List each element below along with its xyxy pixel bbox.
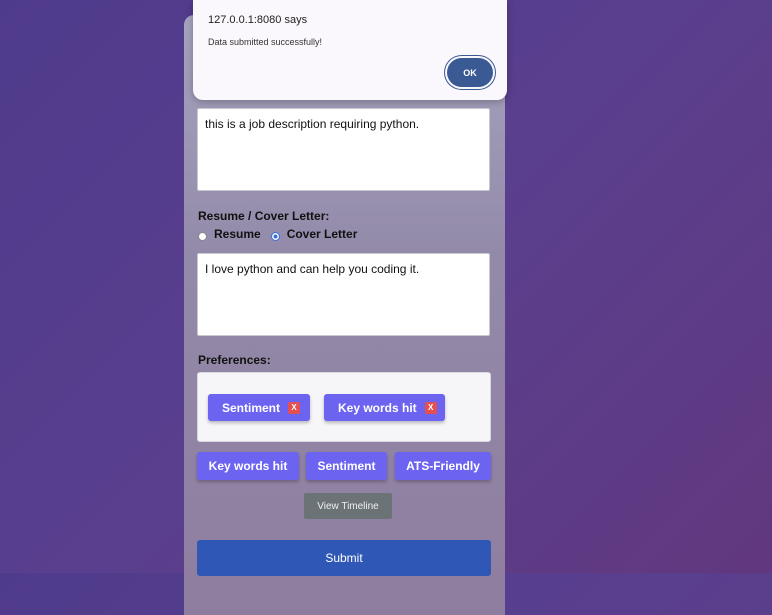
job-description-textarea[interactable]: this is a job description requiring pyth…	[197, 108, 490, 191]
ok-button[interactable]: OK	[447, 58, 493, 87]
remove-chip-button[interactable]: X	[288, 401, 301, 414]
chip-label: Sentiment	[222, 400, 281, 415]
resume-radio[interactable]	[198, 231, 207, 241]
selected-preference-chip: Sentiment X	[208, 394, 310, 421]
document-type-radio-group: Resume Cover Letter	[198, 227, 367, 241]
resume-cover-letter-label: Resume / Cover Letter:	[198, 209, 330, 223]
preference-option-sentiment-button[interactable]: Sentiment	[306, 452, 387, 480]
selected-preference-chip: Key words hit X	[324, 394, 445, 421]
cover-letter-radio-label: Cover Letter	[286, 227, 358, 241]
dialog-title: 127.0.0.1:8080 says	[208, 14, 308, 26]
resume-radio-label: Resume	[214, 227, 261, 241]
alert-dialog: 127.0.0.1:8080 says Data submitted succe…	[193, 0, 507, 100]
remove-chip-button[interactable]: X	[424, 401, 437, 414]
cover-letter-radio[interactable]	[270, 231, 280, 241]
preference-option-keywords-button[interactable]: Key words hit	[197, 452, 299, 480]
dialog-message: Data submitted successfully!	[208, 37, 323, 47]
resume-textarea[interactable]: I love python and can help you coding it…	[197, 253, 490, 336]
preference-option-ats-button[interactable]: ATS-Friendly	[395, 452, 491, 480]
submit-button[interactable]: Submit	[197, 540, 491, 576]
view-timeline-button[interactable]: View Timeline	[304, 493, 392, 519]
preferences-label: Preferences:	[198, 353, 271, 367]
chip-label: Key words hit	[338, 400, 417, 415]
